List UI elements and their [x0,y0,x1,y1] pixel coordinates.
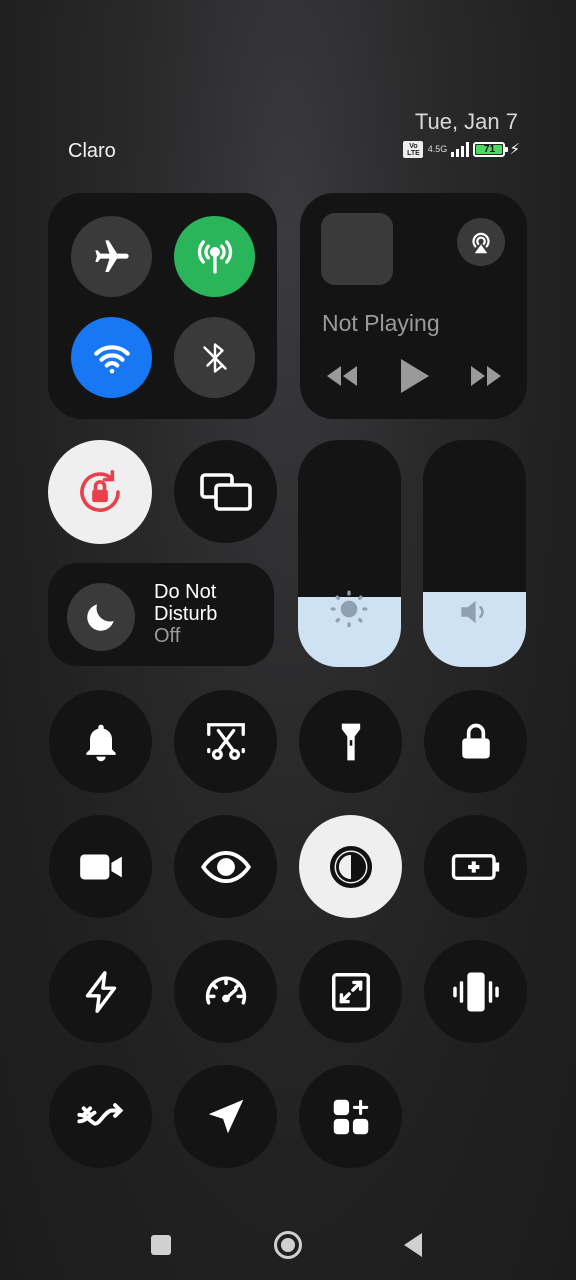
brightness-slider[interactable] [298,440,401,667]
sync-button[interactable] [49,1065,152,1168]
signal-icon [451,141,470,157]
rewind-button[interactable] [322,359,362,393]
performance-mode-button[interactable] [49,940,152,1043]
bell-icon [85,724,116,761]
brightness-icon [330,590,368,628]
ringer-button[interactable] [49,690,152,793]
lock-screen-button[interactable] [424,690,527,793]
cast-icon [472,232,490,254]
do-not-disturb-state: Off [154,625,181,647]
add-tiles-button[interactable] [299,1065,402,1168]
do-not-disturb-title-1: Do Not [154,581,217,603]
antenna-icon [197,239,232,274]
volume-slider[interactable] [423,440,526,667]
do-not-disturb-title-2: Disturb [154,603,218,625]
square-icon [151,1235,171,1255]
lock-icon [461,723,490,758]
screenshot-icon [206,722,245,760]
battery-saver-button[interactable] [424,815,527,918]
date-label: Tue, Jan 7 [414,109,518,134]
media-status-label: Not Playing [322,310,440,336]
charging-icon: ⚡ [509,141,520,158]
flashlight-button[interactable] [299,690,402,793]
flashlight-icon [341,723,360,760]
album-art[interactable] [321,213,393,285]
resize-icon [331,972,370,1011]
back-button[interactable] [396,1228,430,1262]
network-type-label: 4.5G [427,143,448,154]
carrier-label: Claro [68,140,116,162]
speedometer-icon [205,975,246,1005]
no-sync-icon [76,1102,123,1126]
data-speed-button[interactable] [174,940,277,1043]
fast-forward-button[interactable] [466,359,506,393]
rotation-lock-icon [80,469,120,512]
eye-icon [200,850,251,883]
vibrate-button[interactable] [424,940,527,1043]
reading-mode-button[interactable] [174,815,277,918]
wifi-button[interactable] [71,317,152,398]
fast-forward-icon [471,366,501,386]
dark-mode-icon [329,845,372,888]
rotation-lock-button[interactable] [48,440,152,544]
float-window-button[interactable] [299,940,402,1043]
bluetooth-button[interactable] [174,317,255,398]
rewind-icon [327,366,357,386]
play-icon [401,359,429,393]
screen-recorder-button[interactable] [49,815,152,918]
moon-icon [87,604,114,631]
airplane-mode-button[interactable] [71,216,152,297]
wifi-icon [93,344,130,373]
screenshot-button[interactable] [174,690,277,793]
play-button[interactable] [394,355,434,397]
lightning-icon [85,970,116,1013]
add-tiles-icon [333,1099,368,1134]
battery-icon: 71 [473,141,509,157]
volte-icon: Vo LTE [403,140,424,158]
location-icon [208,1099,243,1133]
back-triangle-icon [404,1233,422,1257]
video-camera-icon [79,854,122,879]
mobile-data-button[interactable] [174,216,255,297]
do-not-disturb-button[interactable] [67,583,135,651]
screen-mirror-icon [199,472,252,511]
location-button[interactable] [174,1065,277,1168]
status-icons: Vo LTE 4.5G 71 ⚡ [403,140,520,158]
screen-cast-button[interactable] [174,440,277,543]
dark-mode-button[interactable] [299,815,402,918]
cast-button[interactable] [457,218,505,266]
home-button[interactable] [270,1227,306,1263]
recents-button[interactable] [144,1228,178,1262]
speaker-icon [461,600,484,624]
vibrate-icon [452,972,499,1011]
battery-saver-icon [451,853,499,880]
home-circle-icon [274,1231,302,1259]
bluetooth-off-icon [202,342,227,373]
do-not-disturb-text: Do Not Disturb Off [154,581,217,647]
airplane-icon [94,239,129,272]
battery-level: 71 [476,144,503,154]
